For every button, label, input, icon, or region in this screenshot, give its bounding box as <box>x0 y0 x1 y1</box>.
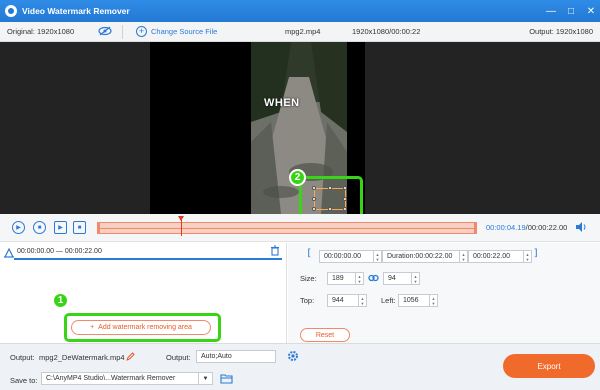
output-file-name: mpg2_DeWatermark.mp4 <box>39 353 125 362</box>
change-source-button[interactable]: + Change Source File <box>136 26 217 37</box>
eye-icon[interactable] <box>98 26 112 36</box>
width-value: 189 <box>332 275 344 282</box>
trash-icon[interactable] <box>270 245 280 256</box>
height-value: 94 <box>388 275 396 282</box>
maximize-icon[interactable]: □ <box>566 6 576 17</box>
video-overlay-text: WHEN <box>264 97 300 109</box>
folder-icon[interactable] <box>220 373 233 384</box>
title-bar: Video Watermark Remover — □ ✕ <box>0 0 600 22</box>
output-format-value: Auto;Auto <box>201 353 232 360</box>
close-icon[interactable]: ✕ <box>586 6 596 17</box>
output-format-label: Output: <box>166 353 191 362</box>
end-time-field[interactable]: 00:00:22.00 ▲ ▼ <box>468 250 532 263</box>
plus-icon: + <box>136 26 147 37</box>
add-watermark-area-label: Add watermark removing area <box>98 324 192 331</box>
width-field[interactable]: 189 ▲ ▼ <box>327 272 364 285</box>
link-icon[interactable] <box>368 273 379 283</box>
file-name: mpg2.mp4 <box>285 27 321 36</box>
window-title: Video Watermark Remover <box>22 6 130 16</box>
info-bar: Original: 1920x1080 + Change Source File… <box>0 22 600 42</box>
timeline-start-handle[interactable] <box>97 222 100 234</box>
stepper-icon[interactable]: ▲ ▼ <box>373 251 381 262</box>
app-logo-icon <box>5 5 17 17</box>
top-field[interactable]: 944 ▲ ▼ <box>327 294 367 307</box>
stepper-icon[interactable]: ▲ ▼ <box>459 251 467 262</box>
play-icon[interactable]: ▶ <box>12 221 25 234</box>
end-time-value: 00:00:22.00 <box>473 253 510 260</box>
size-label: Size: <box>300 274 317 283</box>
start-time-value: 00:00:00.00 <box>324 253 361 260</box>
timeline-end-handle[interactable] <box>474 222 477 234</box>
stepper-icon[interactable]: ▲ ▼ <box>523 251 531 262</box>
stepper-icon[interactable]: ▲ ▼ <box>355 273 363 284</box>
output-format-select[interactable]: Auto;Auto <box>196 350 276 363</box>
segment-underline <box>14 258 282 260</box>
stop-icon[interactable]: ■ <box>33 221 46 234</box>
duration-field[interactable]: Duration: 00:00:22.00 ▲ ▼ <box>382 250 468 263</box>
top-label: Top: <box>300 296 315 305</box>
volume-icon[interactable] <box>575 221 587 233</box>
plus-icon: + <box>90 324 95 331</box>
original-resolution: Original: 1920x1080 <box>7 27 75 36</box>
stepper-icon[interactable]: ▲ ▼ <box>411 273 419 284</box>
settings-gear-icon[interactable] <box>287 350 299 362</box>
end-bracket-icon[interactable]: ] <box>533 248 539 259</box>
change-source-label: Change Source File <box>151 27 218 36</box>
left-field[interactable]: 1056 ▲ ▼ <box>398 294 438 307</box>
next-frame-icon[interactable]: ▶ <box>54 221 67 234</box>
output-resolution: Output: 1920x1080 <box>529 27 593 36</box>
file-info: 1920x1080/00:00:22 <box>352 27 421 36</box>
timeline-track[interactable] <box>97 222 477 234</box>
edit-icon[interactable] <box>126 352 135 361</box>
highlight-selection-box <box>299 176 363 219</box>
step-badge-1: 1 <box>52 292 69 309</box>
top-value: 944 <box>332 297 344 304</box>
total-time: /00:00:22.00 <box>525 223 568 232</box>
segment-range: 00:00:00.00 — 00:00:22.00 <box>17 248 102 255</box>
chevron-down-icon[interactable]: ▼ <box>198 373 212 384</box>
minimize-icon[interactable]: — <box>546 6 556 17</box>
save-to-label: Save to: <box>10 376 38 385</box>
save-path-field[interactable]: C:\AnyMP4 Studio\...Watermark Remover ▼ <box>41 372 213 385</box>
step-badge-2: 2 <box>289 169 306 186</box>
current-time: 00:00:04.19 <box>486 223 526 232</box>
segment-icon <box>4 248 14 258</box>
playhead[interactable] <box>178 216 184 236</box>
reset-button[interactable]: Reset <box>300 328 350 342</box>
add-watermark-area-button[interactable]: + Add watermark removing area <box>71 320 211 335</box>
stepper-icon[interactable]: ▲ ▼ <box>358 295 366 306</box>
divider <box>122 25 123 39</box>
duration-label: Duration: <box>387 253 416 260</box>
left-label: Left: <box>381 296 396 305</box>
start-bracket-icon[interactable]: [ <box>306 248 312 259</box>
start-time-field[interactable]: 00:00:00.00 ▲ ▼ <box>319 250 382 263</box>
previous-frame-icon[interactable]: ■ <box>73 221 86 234</box>
export-button[interactable]: Export <box>503 354 595 378</box>
left-value: 1056 <box>403 297 419 304</box>
output-label: Output: <box>10 353 35 362</box>
duration-value: 00:00:22.00 <box>415 253 453 260</box>
height-field[interactable]: 94 ▲ ▼ <box>383 272 420 285</box>
time-display: 00:00:04.19/00:00:22.00 <box>486 223 567 232</box>
save-path-value: C:\AnyMP4 Studio\...Watermark Remover <box>46 375 176 382</box>
stepper-icon[interactable]: ▲ ▼ <box>429 295 437 306</box>
